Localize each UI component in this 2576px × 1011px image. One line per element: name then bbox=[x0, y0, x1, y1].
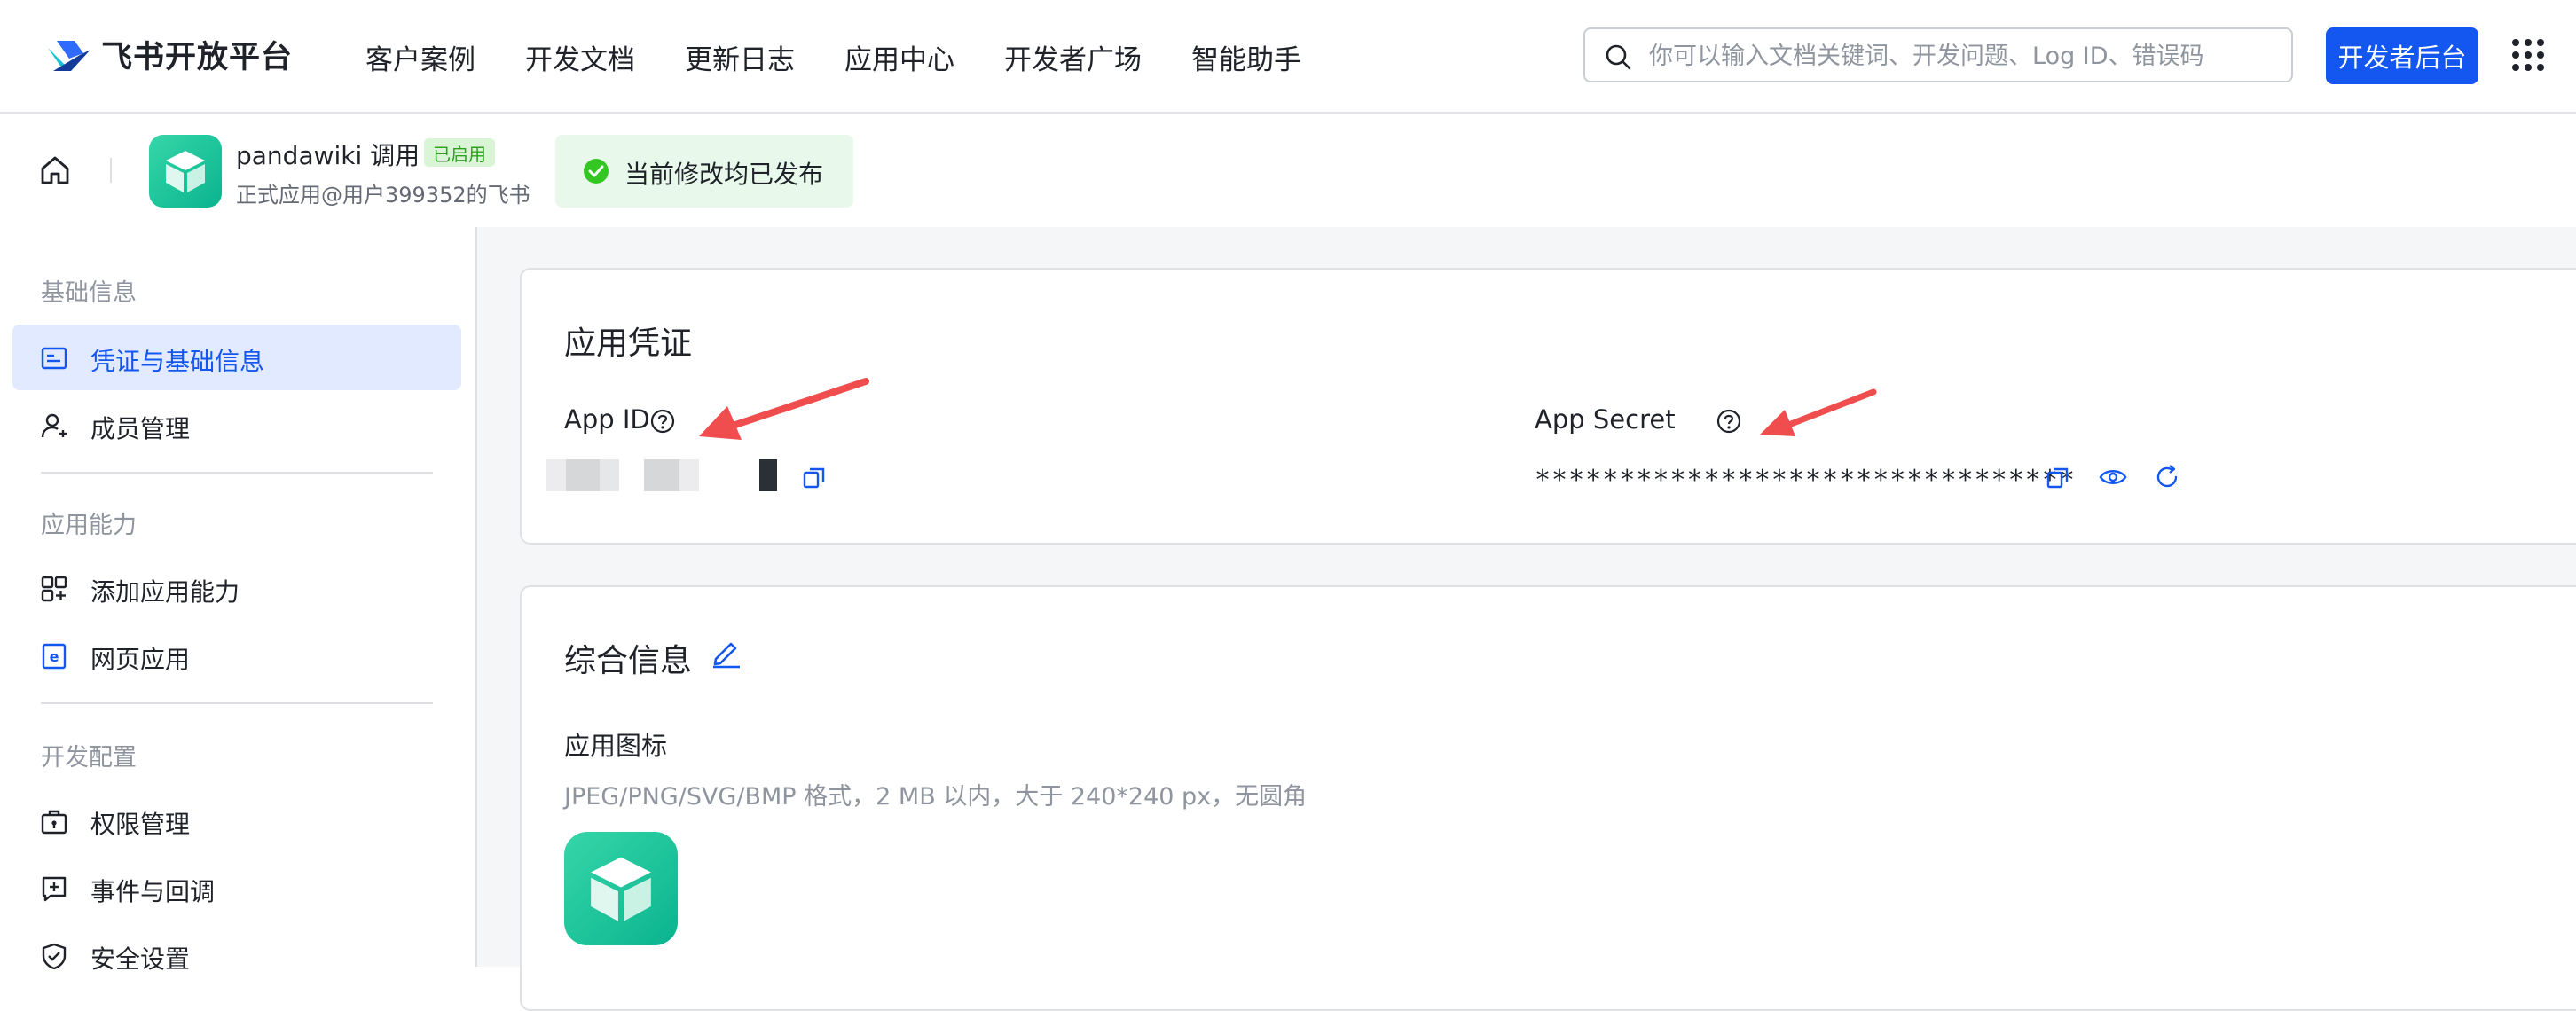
brand-name[interactable]: 飞书开放平台 bbox=[101, 32, 293, 77]
cube-icon bbox=[166, 151, 205, 192]
app-subtitle: 正式应用@用户399352的飞书 bbox=[236, 183, 530, 208]
top-navigation-bar: 飞书开放平台 客户案例 开发文档 更新日志 应用中心 开发者广场 智能助手 开发… bbox=[0, 0, 2576, 114]
nav-item-customer-cases[interactable]: 客户案例 bbox=[365, 37, 475, 77]
cube-icon bbox=[591, 857, 651, 921]
web-app-icon: e bbox=[42, 643, 67, 670]
sidebar-item-label: 网页应用 bbox=[90, 645, 191, 674]
main-content: 应用凭证 App ID App Secret *****************… bbox=[477, 227, 2576, 1011]
refresh-icon[interactable] bbox=[2154, 464, 2180, 490]
home-icon[interactable] bbox=[39, 154, 71, 186]
search-box bbox=[1583, 27, 2293, 82]
main-nav: 客户案例 开发文档 更新日志 应用中心 开发者广场 智能助手 bbox=[365, 37, 1351, 77]
check-circle-icon bbox=[584, 159, 609, 184]
credential-icon bbox=[41, 347, 67, 370]
member-icon bbox=[41, 413, 67, 438]
app-icon-label: 应用图标 bbox=[564, 731, 668, 761]
app-info-bar: pandawiki 调用 已启用 正式应用@用户399352的飞书 当前修改均已… bbox=[0, 114, 2576, 227]
divider bbox=[110, 158, 112, 183]
divider bbox=[41, 702, 433, 704]
dev-console-button[interactable]: 开发者后台 bbox=[2326, 27, 2478, 84]
sidebar-section-title: 基础信息 bbox=[41, 279, 137, 307]
sidebar-item-security[interactable]: 安全设置 bbox=[12, 922, 461, 988]
sidebar-section-title: 应用能力 bbox=[41, 512, 137, 539]
nav-item-dev-plaza[interactable]: 开发者广场 bbox=[1004, 37, 1142, 77]
app-secret-value: ******************************** bbox=[1535, 465, 2076, 496]
sidebar-item-web-app[interactable]: e 网页应用 bbox=[12, 623, 461, 688]
app-icon-preview[interactable] bbox=[564, 832, 678, 945]
divider bbox=[41, 472, 433, 474]
sidebar-item-label: 成员管理 bbox=[90, 414, 191, 443]
permission-icon bbox=[41, 810, 67, 835]
event-icon bbox=[42, 876, 67, 902]
nav-item-ai-assistant[interactable]: 智能助手 bbox=[1191, 37, 1301, 77]
publish-status-text: 当前修改均已发布 bbox=[624, 160, 824, 189]
feishu-logo-icon[interactable] bbox=[44, 35, 92, 78]
sidebar-item-permissions[interactable]: 权限管理 bbox=[12, 788, 461, 853]
help-icon[interactable] bbox=[649, 408, 676, 435]
sidebar-item-label: 凭证与基础信息 bbox=[90, 347, 265, 376]
help-icon[interactable] bbox=[1716, 408, 1742, 435]
credentials-card: 应用凭证 App ID App Secret *****************… bbox=[520, 268, 2576, 545]
app-icon-hint: JPEG/PNG/SVG/BMP 格式，2 MB 以内，大于 240*240 p… bbox=[564, 783, 1308, 811]
sidebar-item-label: 事件与回调 bbox=[90, 877, 216, 906]
publish-status-pill: 当前修改均已发布 bbox=[555, 135, 853, 208]
app-grid-icon[interactable] bbox=[2512, 39, 2544, 71]
apps-add-icon bbox=[41, 576, 67, 602]
nav-item-app-center[interactable]: 应用中心 bbox=[844, 37, 954, 77]
nav-item-changelog[interactable]: 更新日志 bbox=[685, 37, 795, 77]
app-name: pandawiki 调用 bbox=[236, 141, 420, 170]
sidebar-item-label: 权限管理 bbox=[90, 810, 191, 839]
sidebar-item-events[interactable]: 事件与回调 bbox=[12, 855, 461, 921]
general-info-card: 综合信息 应用图标 JPEG/PNG/SVG/BMP 格式，2 MB 以内，大于… bbox=[520, 585, 2576, 1011]
sidebar-item-credentials[interactable]: 凭证与基础信息 bbox=[12, 325, 461, 390]
search-icon bbox=[1606, 44, 1631, 70]
sidebar-item-label: 安全设置 bbox=[90, 944, 191, 974]
sidebar-item-label: 添加应用能力 bbox=[90, 577, 240, 607]
copy-icon[interactable] bbox=[802, 465, 827, 490]
sidebar-item-members[interactable]: 成员管理 bbox=[12, 392, 461, 458]
shield-icon bbox=[42, 943, 67, 969]
credentials-title: 应用凭证 bbox=[564, 325, 693, 362]
app-avatar bbox=[149, 135, 222, 208]
status-badge: 已启用 bbox=[424, 138, 495, 167]
general-info-title: 综合信息 bbox=[564, 643, 693, 679]
sidebar-item-add-capability[interactable]: 添加应用能力 bbox=[12, 555, 461, 621]
nav-item-dev-docs[interactable]: 开发文档 bbox=[525, 37, 635, 77]
edit-icon[interactable] bbox=[710, 637, 742, 669]
app-id-label: App ID bbox=[564, 404, 650, 435]
copy-icon[interactable] bbox=[2046, 465, 2070, 490]
sidebar-section-title: 开发配置 bbox=[41, 744, 137, 772]
sidebar: 基础信息 凭证与基础信息 成员管理 应用能力 添加应用能力 e 网页应用 开发配… bbox=[0, 227, 477, 974]
svg-text:e: e bbox=[50, 648, 59, 665]
app-secret-label: App Secret bbox=[1535, 404, 1676, 435]
eye-icon[interactable] bbox=[2099, 465, 2127, 490]
search-input[interactable] bbox=[1647, 31, 2272, 81]
